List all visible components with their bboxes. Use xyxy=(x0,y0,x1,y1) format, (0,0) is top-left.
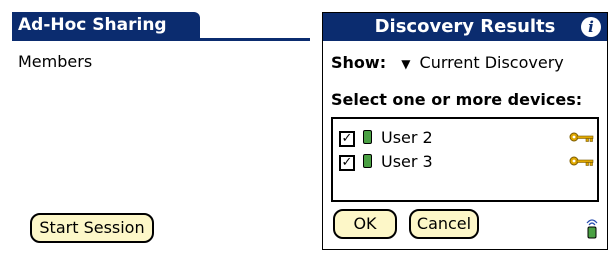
beam-status-icon xyxy=(586,219,598,239)
start-session-button[interactable]: Start Session xyxy=(30,213,154,243)
ok-button[interactable]: OK xyxy=(333,209,397,239)
info-icon[interactable]: i xyxy=(581,17,601,37)
title-underline xyxy=(12,38,310,41)
select-devices-label: Select one or more devices: xyxy=(331,90,583,109)
sharing-screen: Ad-Hoc Sharing DBs Members Start Session xyxy=(12,12,310,250)
list-item[interactable]: ✓ User 3 xyxy=(339,152,594,175)
cancel-button[interactable]: Cancel xyxy=(409,209,479,239)
device-name: User 2 xyxy=(381,128,433,147)
device-list: ✓ User 2 ✓ User 3 xyxy=(331,117,599,202)
members-label: Members xyxy=(18,52,93,71)
key-icon xyxy=(569,156,594,166)
key-icon xyxy=(569,132,594,142)
show-dropdown-value[interactable]: Current Discovery xyxy=(420,53,564,72)
checkbox-checked[interactable]: ✓ xyxy=(339,155,355,171)
dialog-title: Discovery Results xyxy=(323,13,607,41)
device-icon xyxy=(363,154,372,168)
dropdown-arrow-icon[interactable]: ▼ xyxy=(401,57,410,71)
list-item[interactable]: ✓ User 2 xyxy=(339,128,594,151)
device-icon xyxy=(363,130,372,144)
screen-title: Ad-Hoc Sharing DBs xyxy=(12,12,200,61)
device-name: User 3 xyxy=(381,152,433,171)
discovery-results-dialog: Discovery Results i Show: ▼ Current Disc… xyxy=(322,12,608,250)
checkbox-checked[interactable]: ✓ xyxy=(339,131,355,147)
show-label: Show: xyxy=(331,53,387,72)
show-filter: Show: ▼ Current Discovery xyxy=(331,53,564,72)
